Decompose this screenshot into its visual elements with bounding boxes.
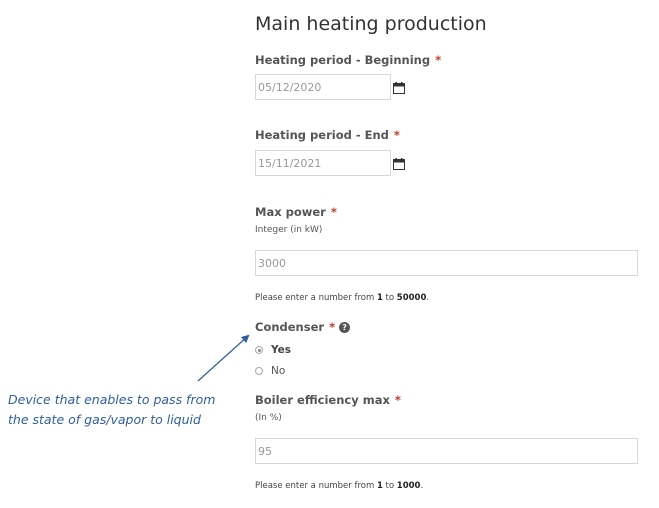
annotation-text: Device that enables to pass from the sta…: [8, 390, 215, 430]
annotation-arrow: [197, 334, 250, 382]
annotation-line-2: the state of gas/vapor to liquid: [8, 412, 201, 427]
annotation-line-1: Device that enables to pass from: [8, 392, 216, 407]
